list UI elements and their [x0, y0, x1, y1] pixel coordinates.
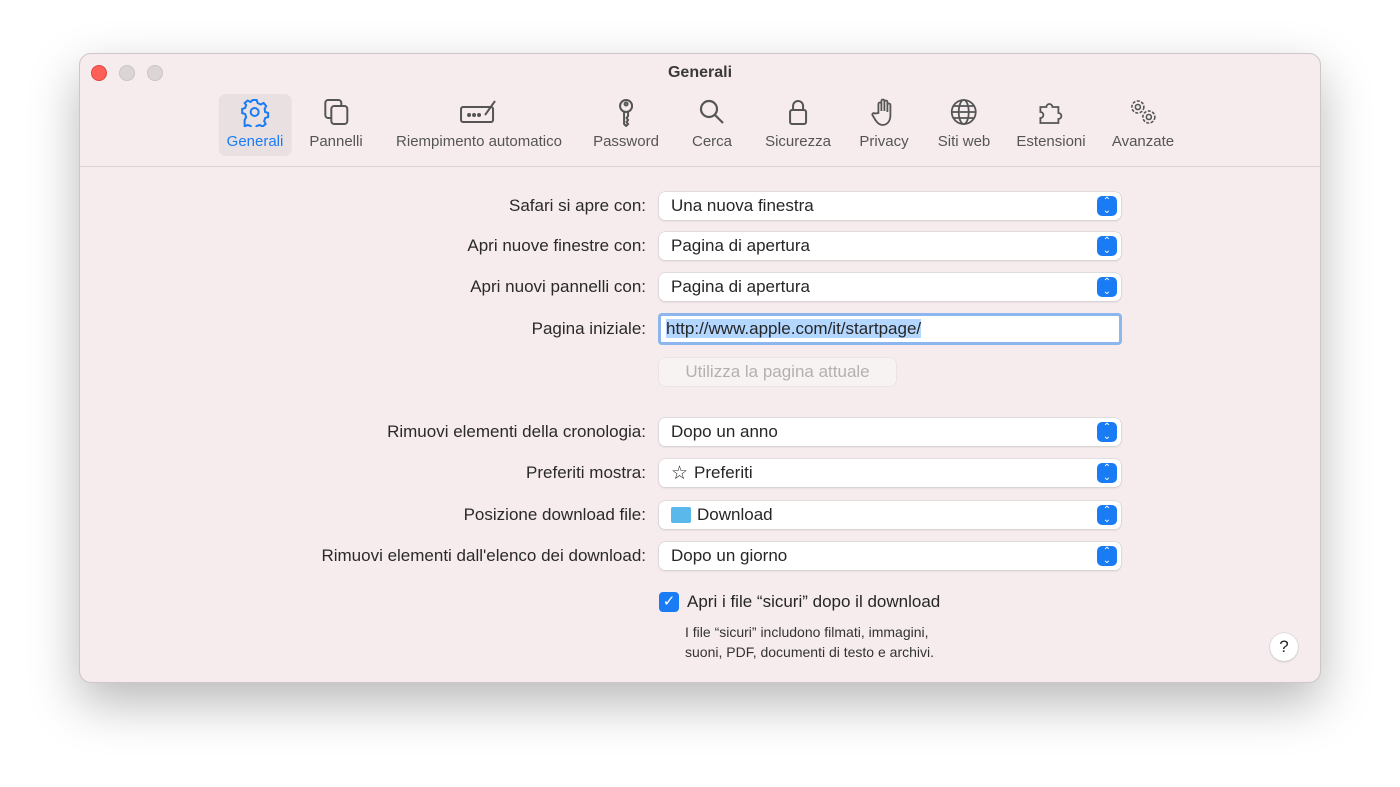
tab-label: Avanzate [1111, 133, 1175, 150]
globe-icon [951, 99, 977, 125]
popup-value: Preferiti [694, 463, 753, 482]
popup-value: Dopo un anno [671, 422, 778, 441]
safe-files-note: I file “sicuri” includono filmati, immag… [685, 622, 934, 662]
help-button[interactable]: ? [1270, 633, 1298, 661]
note-line: I file “sicuri” includono filmati, immag… [685, 624, 929, 640]
homepage-value: http://www.apple.com/it/startpage/ [666, 319, 922, 338]
favorites-label: Preferiti mostra: [526, 463, 646, 482]
popup-value: Pagina di apertura [671, 236, 810, 255]
tab-riempimento[interactable]: Riempimento automatico [388, 94, 570, 156]
note-line: suoni, PDF, documenti di testo e archivi… [685, 644, 935, 660]
new-windows-label: Apri nuove finestre con: [467, 236, 646, 255]
toolbar-divider [80, 166, 1320, 167]
chevron-updown-icon: ⌃ ⌄ [1097, 505, 1117, 525]
tab-avanzate[interactable]: Avanzate [1104, 94, 1182, 156]
history-popup[interactable]: Dopo un anno ⌃ ⌄ [659, 418, 1121, 446]
tab-label: Generali [226, 133, 284, 150]
gears-icon [1131, 100, 1156, 124]
chevron-updown-icon: ⌃ ⌄ [1097, 196, 1117, 216]
window-title: Generali [667, 64, 733, 81]
safe-files-label: Apri i file “sicuri” dopo il download [687, 592, 941, 611]
favorites-popup[interactable]: ☆ Preferiti ⌃ ⌄ [659, 459, 1121, 487]
popup-value: Pagina di apertura [671, 277, 810, 296]
tab-label: Riempimento automatico [396, 133, 562, 150]
safe-files-checkbox[interactable]: ✓ [659, 592, 679, 612]
tab-cerca[interactable]: Cerca [684, 94, 740, 156]
tab-estensioni[interactable]: Estensioni [1008, 94, 1093, 156]
key-icon [618, 99, 633, 127]
history-label: Rimuovi elementi della cronologia: [387, 422, 646, 441]
gear-icon [241, 99, 270, 127]
download-list-popup[interactable]: Dopo un giorno ⌃ ⌄ [659, 542, 1121, 570]
new-windows-popup[interactable]: Pagina di apertura ⌃ ⌄ [659, 232, 1121, 260]
tab-label: Privacy [859, 133, 909, 150]
chevron-updown-icon: ⌃ ⌄ [1097, 422, 1117, 442]
chevron-updown-icon: ⌃ ⌄ [1097, 277, 1117, 297]
popup-value: Una nuova finestra [671, 196, 814, 215]
new-tabs-popup[interactable]: Pagina di apertura ⌃ ⌄ [659, 273, 1121, 301]
opens-with-popup[interactable]: Una nuova finestra ⌃ ⌄ [659, 192, 1121, 220]
tab-privacy[interactable]: Privacy [851, 94, 916, 156]
tab-label: Password [593, 133, 659, 150]
popup-value: Dopo un giorno [671, 546, 788, 565]
chevron-updown-icon: ⌃ ⌄ [1097, 236, 1117, 256]
chevron-updown-icon: ⌃ ⌄ [1097, 546, 1117, 566]
preferences-window: Generali Generali Pannelli Riempimento a… [79, 53, 1321, 683]
tabs-icon [324, 99, 348, 125]
use-current-page-button[interactable]: Utilizza la pagina attuale [659, 358, 896, 386]
download-location-label: Posizione download file: [463, 505, 646, 524]
homepage-input[interactable]: http://www.apple.com/it/startpage/ [658, 313, 1122, 345]
tab-generali[interactable]: Generali [218, 94, 292, 156]
popup-value: Download [697, 505, 773, 524]
tab-label: Siti web [937, 133, 991, 150]
hand-icon [871, 98, 891, 126]
autofill-icon [459, 100, 496, 123]
homepage-label: Pagina iniziale: [531, 319, 646, 338]
puzzle-icon [1039, 103, 1062, 124]
tab-pannelli[interactable]: Pannelli [301, 94, 370, 156]
download-list-label: Rimuovi elementi dall'elenco dei downloa… [321, 546, 646, 565]
folder-icon [671, 507, 691, 523]
tab-label: Sicurezza [765, 133, 831, 150]
opens-with-label: Safari si apre con: [508, 196, 646, 215]
tab-password[interactable]: Password [585, 94, 667, 156]
lock-icon [788, 100, 807, 125]
chevron-updown-icon: ⌃ ⌄ [1097, 463, 1117, 483]
download-location-popup[interactable]: Download ⌃ ⌄ [659, 501, 1121, 529]
tab-label: Estensioni [1016, 133, 1086, 150]
search-icon [699, 99, 724, 124]
new-tabs-label: Apri nuovi pannelli con: [470, 277, 646, 296]
tab-sicurezza[interactable]: Sicurezza [757, 94, 839, 156]
tab-siti-web[interactable]: Siti web [930, 94, 999, 156]
tab-label: Pannelli [309, 133, 363, 150]
star-icon: ☆ [671, 462, 689, 484]
tab-label: Cerca [691, 133, 733, 150]
